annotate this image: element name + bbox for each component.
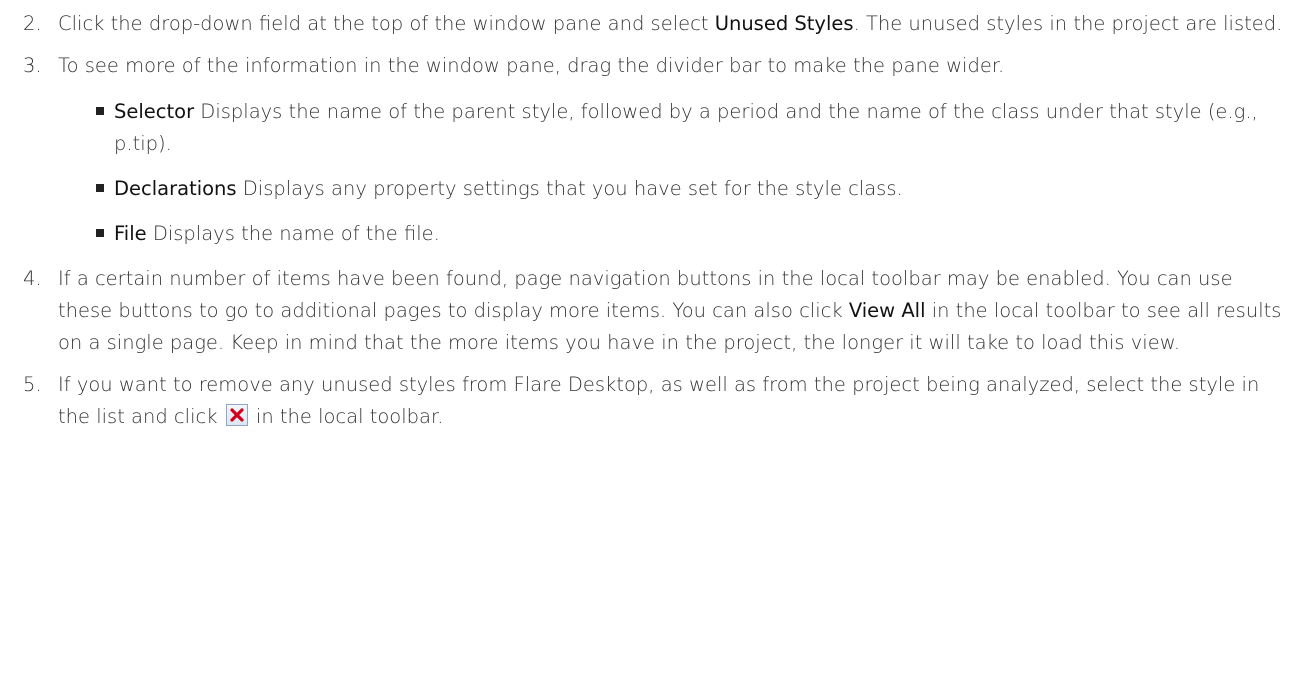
step-4: 4. If a certain number of items have bee… <box>0 263 1290 359</box>
step-number: 4. <box>23 267 42 290</box>
bullet-term: Declarations <box>114 177 237 200</box>
step-number: 2. <box>23 12 42 35</box>
document-page: 2. Click the drop-down field at the top … <box>0 0 1299 675</box>
bullet-text: Displays any property settings that you … <box>236 177 903 200</box>
delete-icon <box>225 404 248 426</box>
square-bullet-icon <box>96 107 104 115</box>
step-number: 5. <box>23 373 42 396</box>
bullet-text: Displays the name of the file. <box>146 222 440 245</box>
bullet-term: Selector <box>114 100 195 123</box>
step-number: 3. <box>23 54 42 77</box>
ui-term-view-all: View All <box>848 299 926 322</box>
step-5: 5. If you want to remove any unused styl… <box>0 369 1290 433</box>
ui-term-unused-styles: Unused Styles <box>714 12 854 35</box>
step-text: If a certain number of items have been f… <box>58 267 1282 354</box>
steps-list: 2. Click the drop-down field at the top … <box>0 8 1290 443</box>
bullet-term: File <box>114 222 147 245</box>
step-2: 2. Click the drop-down field at the top … <box>0 8 1290 40</box>
step-3: 3. To see more of the information in the… <box>0 50 1290 250</box>
bullet-selector: Selector Displays the name of the parent… <box>58 96 1290 160</box>
step-text: If you want to remove any unused styles … <box>58 373 1260 428</box>
square-bullet-icon <box>96 184 104 192</box>
bullet-file: File Displays the name of the file. <box>58 218 1290 250</box>
bullet-declarations: Declarations Displays any property setti… <box>58 173 1290 205</box>
bullet-text: Displays the name of the parent style, f… <box>114 100 1258 155</box>
step-text: To see more of the information in the wi… <box>58 54 1005 77</box>
column-descriptions-list: Selector Displays the name of the parent… <box>58 96 1290 250</box>
step-text: Click the drop-down field at the top of … <box>58 12 1283 35</box>
square-bullet-icon <box>96 229 104 237</box>
